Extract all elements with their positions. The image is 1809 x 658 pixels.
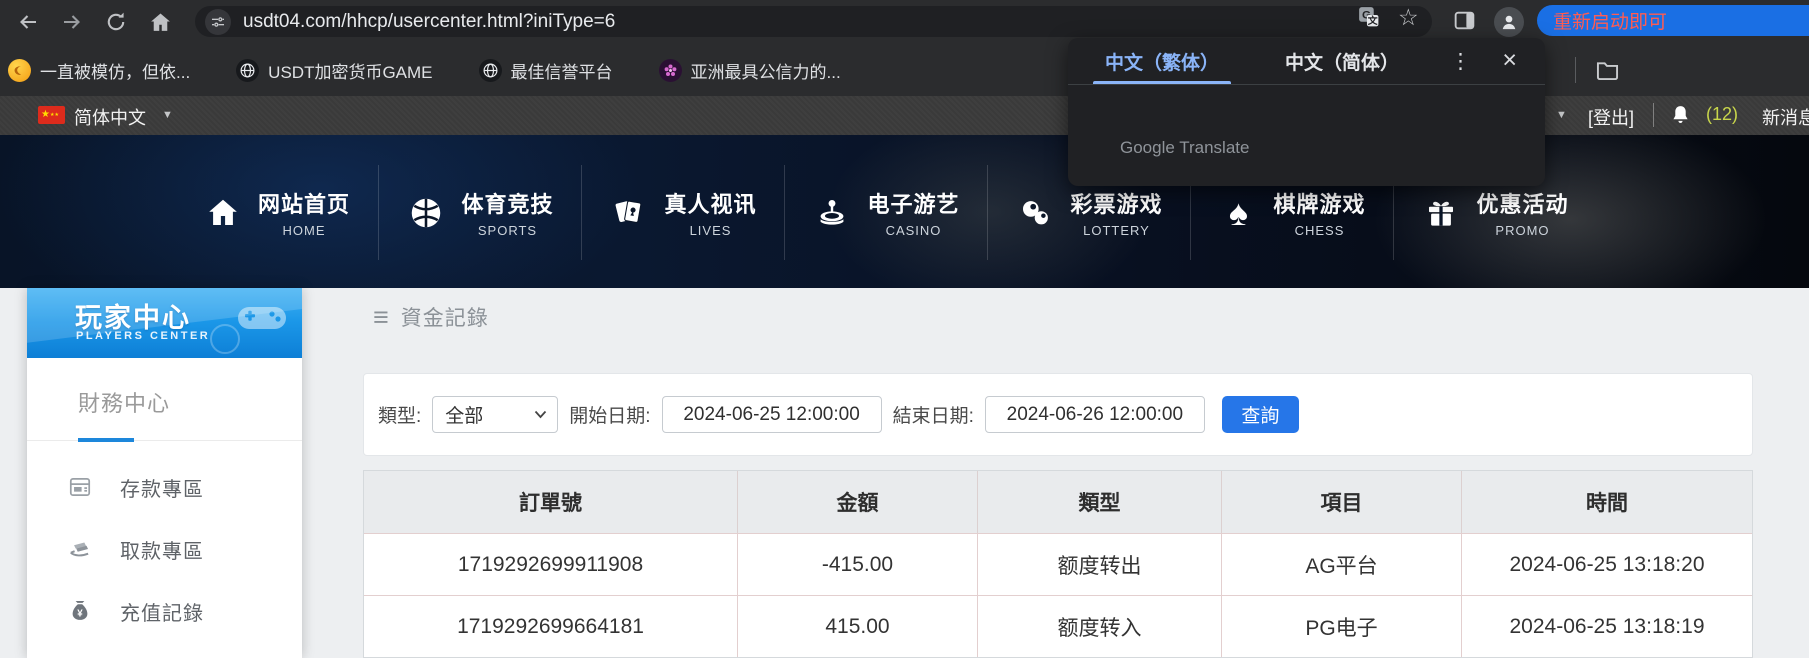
close-icon[interactable]: ×: [1502, 46, 1517, 75]
tab-chinese-traditional[interactable]: 中文（繁体）: [1093, 38, 1232, 84]
cell-order: 1719292699911908: [364, 533, 737, 595]
start-date-input[interactable]: [661, 396, 882, 433]
language-caret-icon[interactable]: ▼: [162, 109, 173, 121]
spade-icon: ♠: [1228, 191, 1249, 233]
bookmarks-divider: [1575, 57, 1576, 83]
bookmark-item[interactable]: 最佳信誉平台: [478, 58, 613, 83]
withdraw-hand-icon: [67, 536, 93, 562]
type-select[interactable]: 全部: [432, 396, 559, 433]
site-info-icon[interactable]: [205, 8, 231, 35]
forward-icon[interactable]: [58, 8, 86, 36]
gamepad-icon: [236, 300, 288, 341]
money-bag-icon: ¥: [67, 598, 93, 624]
main-panel: ≡ 資金記錄 類型: 全部 開始日期: 結束日期: 查詢 訂單號 金額: [358, 288, 1809, 658]
start-date-label: 開始日期:: [569, 406, 651, 427]
language-selector[interactable]: 简体中文: [74, 104, 146, 130]
breadcrumb: ≡ 資金記錄: [373, 302, 489, 332]
sidebar-section-finance: 財務中心: [27, 358, 302, 442]
player-center-sidebar: 玩家中心 PLAYERS CENTER 財務中心 存款專區 取款專區 ¥ 充值記…: [27, 288, 302, 658]
col-header-type: 類型: [977, 471, 1221, 533]
page-content: 玩家中心 PLAYERS CENTER 財務中心 存款專區 取款專區 ¥ 充值記…: [0, 288, 1809, 658]
translate-tabs: 中文（繁体） 中文（简体） ⋮ ×: [1068, 38, 1545, 85]
cell-order: 1719292699664181: [364, 595, 737, 657]
china-flag-icon: ★★★: [38, 106, 65, 124]
funds-table: 訂單號 金額 類型 項目 時間 1719292699911908 -415.00…: [363, 470, 1753, 658]
side-panel-icon[interactable]: [1452, 8, 1477, 33]
search-button[interactable]: 查詢: [1221, 396, 1299, 433]
nav-item-casino[interactable]: 电子游艺 CASINO: [784, 165, 987, 260]
deposit-machine-icon: [67, 474, 93, 500]
sidebar-item-withdrawal-record[interactable]: 提現記錄: [67, 653, 302, 658]
tab-chinese-simplified[interactable]: 中文（简体）: [1273, 38, 1411, 84]
col-header-amount: 金額: [737, 471, 977, 533]
back-icon[interactable]: [14, 8, 42, 36]
nav-item-home[interactable]: 网站首页 HOME: [175, 165, 378, 260]
account-caret-icon[interactable]: ▼: [1556, 109, 1567, 121]
logout-link[interactable]: [登出]: [1588, 104, 1634, 130]
end-date-input[interactable]: [984, 396, 1205, 433]
col-header-order: 訂單號: [519, 492, 582, 515]
screen: usdt04.com/hhcp/usercenter.html?iniType=…: [0, 0, 1809, 658]
sports-ball-icon: [406, 193, 446, 233]
reload-icon[interactable]: [102, 8, 130, 36]
coin-badge-icon: [8, 58, 31, 82]
globe-icon: [236, 58, 260, 82]
google-translate-brand: Google Translate: [1120, 138, 1250, 157]
page-title: 資金記錄: [400, 307, 489, 330]
cell-item: PG电子: [1221, 595, 1461, 657]
home-nav-icon: [203, 193, 243, 233]
cell-time: 2024-06-25 13:18:19: [1461, 595, 1752, 657]
sidebar-item-deposit[interactable]: 存款專區: [67, 467, 302, 507]
flower-icon: [658, 58, 682, 82]
cell-time: 2024-06-25 13:18:20: [1461, 533, 1752, 595]
sidebar-subtitle: PLAYERS CENTER: [76, 330, 211, 342]
lottery-balls-icon: [1015, 193, 1055, 233]
col-header-item: 項目: [1221, 471, 1461, 533]
profile-avatar[interactable]: [1494, 7, 1524, 37]
col-header-time: 時間: [1461, 471, 1752, 533]
svg-text:¥: ¥: [77, 608, 83, 619]
gift-icon: [1421, 193, 1461, 233]
bookmark-item[interactable]: 亚洲最具公信力的...: [658, 58, 841, 83]
type-label: 類型:: [378, 406, 422, 427]
list-icon: ≡: [373, 301, 389, 332]
sidebar-header: 玩家中心 PLAYERS CENTER: [27, 288, 302, 358]
translate-icon[interactable]: G文: [1356, 4, 1381, 29]
end-date-label: 結束日期:: [892, 406, 974, 427]
restart-button[interactable]: 重新启动即可: [1537, 5, 1809, 36]
sidebar-menu: 存款專區 取款專區 ¥ 充值記錄: [27, 467, 302, 658]
bookmark-item[interactable]: USDT加密货币GAME: [236, 58, 433, 83]
nav-item-lives[interactable]: 真人视讯 LIVES: [581, 165, 784, 260]
filter-bar: 類型: 全部 開始日期: 結束日期: 查詢: [363, 373, 1753, 456]
cell-item: AG平台: [1221, 533, 1461, 595]
bell-icon[interactable]: [1668, 103, 1693, 133]
roulette-icon: [812, 193, 852, 233]
cell-amount: -415.00: [737, 533, 977, 595]
message-count-badge[interactable]: (12): [1706, 104, 1738, 125]
home-icon[interactable]: [146, 8, 174, 36]
table-header-row: 訂單號 金額 類型 項目 時間: [364, 471, 1752, 533]
cell-type: 额度转出: [977, 533, 1221, 595]
google-translate-popup: 中文（繁体） 中文（简体） ⋮ × Google Translate: [1068, 38, 1545, 186]
cell-amount: 415.00: [737, 595, 977, 657]
divider: [1653, 103, 1654, 127]
cell-type: 额度转入: [977, 595, 1221, 657]
sidebar-item-recharge-record[interactable]: ¥ 充值記錄: [67, 591, 302, 631]
address-bar[interactable]: usdt04.com/hhcp/usercenter.html?iniType=…: [195, 6, 1432, 37]
bookmark-folder-icon[interactable]: [1594, 56, 1621, 88]
chevron-down-icon: [535, 410, 547, 419]
bookmark-item[interactable]: 一直被模仿，但依...: [8, 58, 190, 83]
url-text: usdt04.com/hhcp/usercenter.html?iniType=…: [243, 10, 616, 32]
svg-text:文: 文: [1368, 14, 1378, 27]
playing-cards-icon: [609, 193, 649, 233]
bookmark-star-icon[interactable]: ☆: [1398, 6, 1419, 29]
sidebar-item-withdraw[interactable]: 取款專區: [67, 529, 302, 569]
globe-icon: [478, 58, 502, 82]
nav-item-sports[interactable]: 体育竞技 SPORTS: [378, 165, 581, 260]
table-row: 1719292699664181 415.00 额度转入 PG电子 2024-0…: [364, 595, 1752, 657]
new-messages-link[interactable]: 新消息: [1762, 104, 1809, 130]
table-row: 1719292699911908 -415.00 额度转出 AG平台 2024-…: [364, 533, 1752, 595]
more-vertical-icon[interactable]: ⋮: [1450, 49, 1471, 74]
